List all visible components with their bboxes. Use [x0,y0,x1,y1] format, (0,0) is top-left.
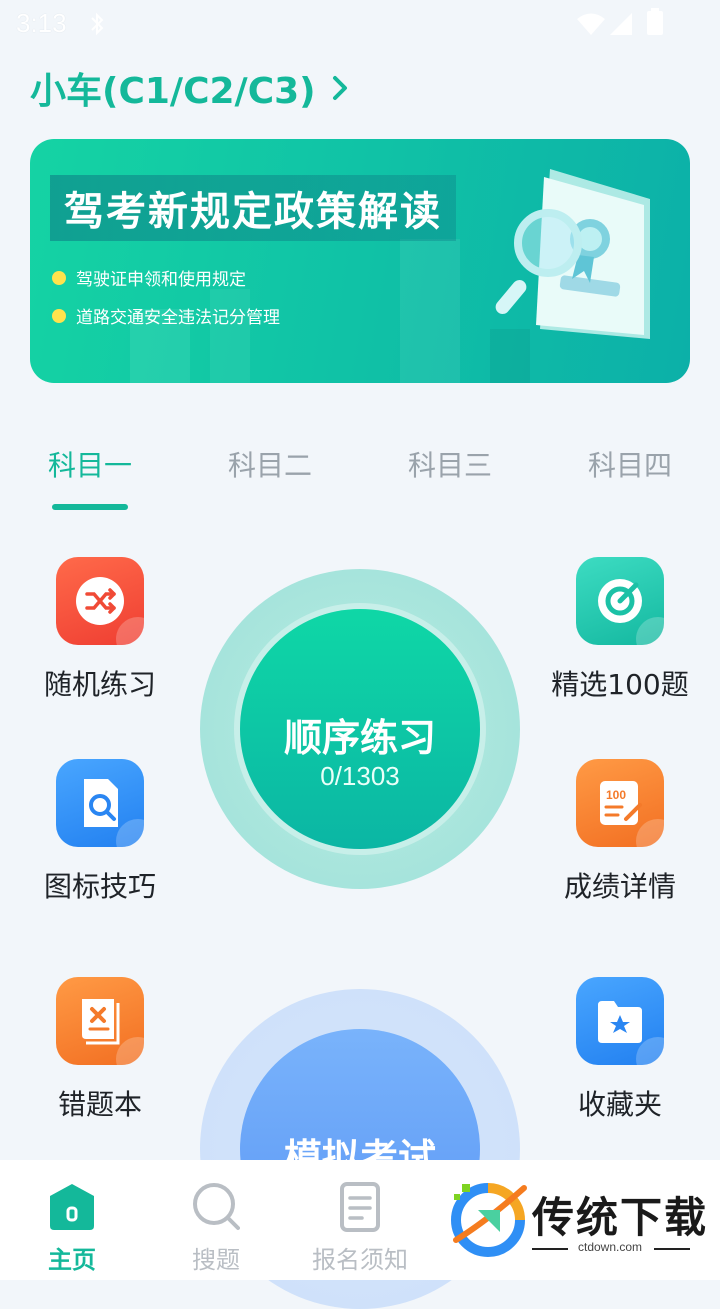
bluetooth-icon [90,12,104,40]
nav-registration-notes-label: 报名须知 [312,1246,408,1274]
bottom-nav: 主页 搜题 报名须知 传统下载 ctdown.com [0,1160,720,1280]
favorites-label: 收藏夹 [577,1088,662,1121]
bullet-dot [52,270,66,285]
watermark-logo-icon [451,1183,527,1257]
watermark-text: 传统下载 [532,1193,709,1242]
sequential-practice-title: 顺序练习 [283,716,436,760]
search-icon [193,1183,240,1230]
score-details-label: 成绩详情 [563,870,676,903]
nav-registration-notes[interactable]: 报名须知 [288,1160,432,1280]
banner-bullet-text: 驾驶证申领和使用规定 [76,270,246,290]
banner-bullet: 驾驶证申领和使用规定 [52,265,246,290]
score-sheet-icon: 100 [576,759,664,847]
watermark-url: ctdown.com [577,1240,643,1254]
tab-subject-3[interactable]: 科目三 [370,444,530,484]
target-icon [576,557,664,645]
sign-tips-button[interactable]: 图标技巧 [10,759,190,905]
nav-home-label: 主页 [48,1246,96,1274]
star-folder-icon [576,977,664,1065]
banner-title: 驾考新规定政策解读 [64,189,442,235]
watermark: 传统下载 ctdown.com [448,1180,708,1260]
nav-home[interactable]: 主页 [0,1160,144,1280]
tab-subject-2[interactable]: 科目二 [190,444,350,484]
status-time: 3:13 [16,8,67,38]
sequential-practice-button[interactable]: 顺序练习 0/1303 [240,609,480,849]
home-icon [50,1184,94,1230]
car-type-label: 小车(C1/C2/C3) [30,71,316,112]
selected-100-label: 精选100题 [551,668,689,701]
banner-bullet: 道路交通安全违法记分管理 [52,303,280,328]
tab-subject-1[interactable]: 科目一 [10,444,170,484]
wifi-icon [576,12,606,40]
wrong-book-icon [56,977,144,1065]
shuffle-icon [56,557,144,645]
random-practice-label: 随机练习 [43,668,156,701]
nav-search-label: 搜题 [192,1246,240,1274]
svg-text:100: 100 [606,788,626,802]
favorites-button[interactable]: 收藏夹 [530,977,710,1123]
sequential-practice-ring: 顺序练习 0/1303 [200,569,520,889]
bullet-dot [52,308,66,323]
car-type-selector[interactable]: 小车(C1/C2/C3) [30,64,350,112]
certificate-magnifier-icon [495,169,650,339]
document-search-icon [56,759,144,847]
battery-icon [646,8,664,40]
tab-subject-4[interactable]: 科目四 [550,444,710,484]
tab-active-indicator [52,504,128,510]
wrong-questions-label: 错题本 [57,1088,142,1121]
sequential-practice-count: 0/1303 [320,761,400,791]
score-details-button[interactable]: 100 成绩详情 [530,759,710,905]
policy-banner[interactable]: 驾考新规定政策解读 驾驶证申领和使用规定 道路交通安全违法记分管理 [30,139,690,383]
sign-tips-label: 图标技巧 [43,870,156,903]
wrong-questions-button[interactable]: 错题本 [10,977,190,1123]
chevron-right-icon [332,76,347,100]
banner-bullet-text: 道路交通安全违法记分管理 [76,308,280,328]
banner-title-box: 驾考新规定政策解读 [50,175,456,241]
status-bar: 3:13 [0,0,720,48]
random-practice-button[interactable]: 随机练习 [10,557,190,703]
signal-icon [608,12,634,40]
nav-search[interactable]: 搜题 [144,1160,288,1280]
selected-100-button[interactable]: 精选100题 [530,557,710,703]
document-icon [340,1182,380,1232]
subject-tabs: 科目一 科目二 科目三 科目四 [0,430,720,510]
